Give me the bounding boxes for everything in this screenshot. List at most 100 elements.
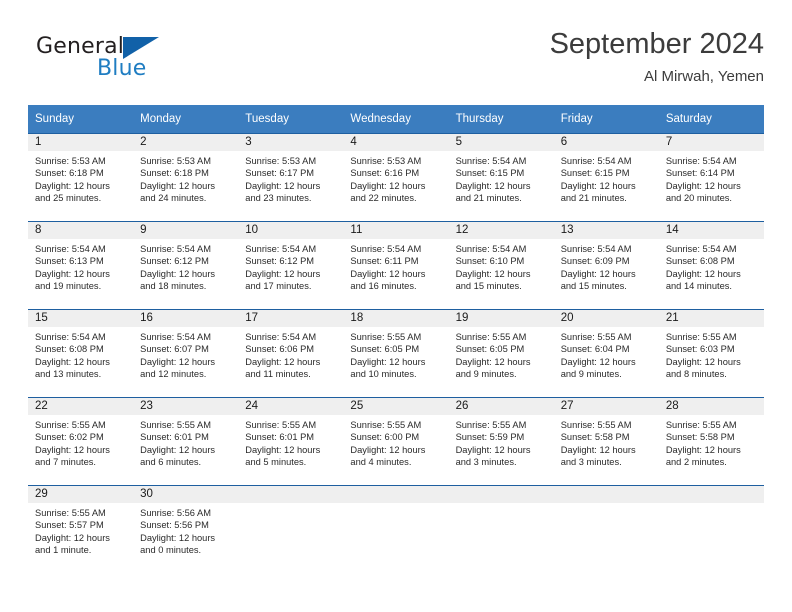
calendar-cell-day-9[interactable]: 9 Sunrise: 5:54 AM Sunset: 6:12 PM Daylight…: [133, 221, 239, 309]
calendar-cell-day-27[interactable]: 27 Sunrise: 5:55 AM Sunset: 5:58 PM Dayligh…: [553, 397, 659, 485]
sunrise-text: Sunrise: 5:54 AM: [560, 156, 632, 166]
calendar-cell-day-25[interactable]: 25 Sunrise: 5:55 AM Sunset: 6:00 PM Dayligh…: [343, 397, 449, 485]
calendar-cell-day-10[interactable]: 10 Sunrise: 5:54 AM Sunset: 6:12 PM Dayligh…: [238, 221, 344, 309]
daylight-text: Daylight: 12 hours and 9 minutes.: [560, 356, 636, 380]
calendar-cell-day-19[interactable]: 19 Sunrise: 5:55 AM Sunset: 6:05 PM Dayligh…: [448, 309, 554, 397]
day-number: 17: [238, 310, 344, 327]
calendar-cell-day-26[interactable]: 26 Sunrise: 5:55 AM Sunset: 5:59 PM Dayligh…: [448, 397, 554, 485]
calendar-cell-day-21[interactable]: 21 Sunrise: 5:55 AM Sunset: 6:03 PM Dayligh…: [658, 309, 764, 397]
day-details: Sunrise: 5:54 AM Sunset: 6:10 PM Daylight:…: [449, 239, 554, 293]
day-number: 7: [658, 134, 764, 151]
general-blue-logo[interactable]: General Blue: [36, 34, 236, 90]
sunrise-text: Sunrise: 5:54 AM: [455, 156, 527, 166]
calendar-cell-day-4[interactable]: 4 Sunrise: 5:53 AM Sunset: 6:16 PM Daylight…: [343, 133, 449, 221]
sunset-text: Sunset: 6:03 PM: [665, 344, 735, 355]
sunrise-text: Sunrise: 5:54 AM: [560, 244, 632, 254]
calendar-cell-empty: [553, 485, 659, 573]
day-cell[interactable]: 19 Sunrise: 5:55 AM Sunset: 6:05 PM Dayligh…: [448, 309, 554, 397]
day-cell[interactable]: 27 Sunrise: 5:55 AM Sunset: 5:58 PM Dayligh…: [553, 397, 659, 485]
day-cell[interactable]: 24 Sunrise: 5:55 AM Sunset: 6:01 PM Dayligh…: [238, 397, 344, 485]
day-details: Sunrise: 5:54 AM Sunset: 6:06 PM Daylight:…: [238, 327, 343, 381]
day-cell[interactable]: 5 Sunrise: 5:54 AM Sunset: 6:15 PM Daylight…: [448, 133, 554, 221]
calendar-cell-day-1[interactable]: 1 Sunrise: 5:53 AM Sunset: 6:18 PM Daylight…: [28, 133, 134, 221]
sunset-text: Sunset: 5:58 PM: [665, 432, 735, 443]
sunset-text: Sunset: 6:17 PM: [245, 168, 315, 179]
calendar-cell-day-20[interactable]: 20 Sunrise: 5:55 AM Sunset: 6:04 PM Dayligh…: [553, 309, 659, 397]
calendar-cell-day-29[interactable]: 29 Sunrise: 5:55 AM Sunset: 5:57 PM Dayligh…: [28, 485, 134, 573]
day-cell[interactable]: 6 Sunrise: 5:54 AM Sunset: 6:15 PM Daylight…: [553, 133, 659, 221]
calendar-cell-day-8[interactable]: 8 Sunrise: 5:54 AM Sunset: 6:13 PM Daylight…: [28, 221, 134, 309]
day-cell[interactable]: 1 Sunrise: 5:53 AM Sunset: 6:18 PM Daylight…: [28, 133, 134, 221]
day-cell[interactable]: 14 Sunrise: 5:54 AM Sunset: 6:08 PM Dayligh…: [658, 221, 764, 309]
calendar-cell-day-23[interactable]: 23 Sunrise: 5:55 AM Sunset: 6:01 PM Dayligh…: [133, 397, 239, 485]
day-cell[interactable]: 2 Sunrise: 5:53 AM Sunset: 6:18 PM Daylight…: [133, 133, 239, 221]
calendar-cell-day-14[interactable]: 14 Sunrise: 5:54 AM Sunset: 6:08 PM Dayligh…: [658, 221, 764, 309]
sunrise-text: Sunrise: 5:55 AM: [35, 508, 106, 518]
sunset-text: Sunset: 6:02 PM: [35, 432, 104, 443]
sunrise-text: Sunrise: 5:53 AM: [140, 156, 211, 166]
day-cell[interactable]: 23 Sunrise: 5:55 AM Sunset: 6:01 PM Dayligh…: [133, 397, 239, 485]
day-cell[interactable]: 29 Sunrise: 5:55 AM Sunset: 5:57 PM Dayligh…: [28, 485, 134, 573]
day-cell[interactable]: 8 Sunrise: 5:54 AM Sunset: 6:13 PM Daylight…: [28, 221, 134, 309]
day-cell[interactable]: 11 Sunrise: 5:54 AM Sunset: 6:11 PM Dayligh…: [343, 221, 449, 309]
day-number: 1: [28, 134, 134, 151]
day-cell[interactable]: 15 Sunrise: 5:54 AM Sunset: 6:08 PM Dayligh…: [28, 309, 134, 397]
day-number: 10: [238, 222, 344, 239]
day-details: Sunrise: 5:54 AM Sunset: 6:15 PM Daylight:…: [449, 151, 554, 205]
calendar-cell-day-17[interactable]: 17 Sunrise: 5:54 AM Sunset: 6:06 PM Dayligh…: [238, 309, 344, 397]
day-cell[interactable]: 20 Sunrise: 5:55 AM Sunset: 6:04 PM Dayligh…: [553, 309, 659, 397]
day-details: Sunrise: 5:53 AM Sunset: 6:16 PM Daylight:…: [343, 151, 448, 205]
day-cell[interactable]: 7 Sunrise: 5:54 AM Sunset: 6:14 PM Daylight…: [658, 133, 764, 221]
calendar-cell-day-28[interactable]: 28 Sunrise: 5:55 AM Sunset: 5:58 PM Dayligh…: [658, 397, 764, 485]
day-cell[interactable]: 30 Sunrise: 5:56 AM Sunset: 5:56 PM Dayligh…: [133, 485, 239, 573]
sunrise-text: Sunrise: 5:55 AM: [350, 420, 422, 430]
day-number: 9: [133, 222, 239, 239]
day-details: Sunrise: 5:55 AM Sunset: 5:59 PM Daylight:…: [449, 415, 554, 469]
day-cell[interactable]: 28 Sunrise: 5:55 AM Sunset: 5:58 PM Dayligh…: [658, 397, 764, 485]
day-cell[interactable]: 17 Sunrise: 5:54 AM Sunset: 6:06 PM Dayligh…: [238, 309, 344, 397]
day-cell[interactable]: 21 Sunrise: 5:55 AM Sunset: 6:03 PM Dayligh…: [658, 309, 764, 397]
calendar-cell-day-22[interactable]: 22 Sunrise: 5:55 AM Sunset: 6:02 PM Dayligh…: [28, 397, 134, 485]
day-cell[interactable]: 3 Sunrise: 5:53 AM Sunset: 6:17 PM Daylight…: [238, 133, 344, 221]
day-number: 19: [448, 310, 554, 327]
daylight-text: Daylight: 12 hours and 9 minutes.: [455, 356, 531, 380]
sunrise-text: Sunrise: 5:54 AM: [35, 244, 106, 254]
day-cell[interactable]: 10 Sunrise: 5:54 AM Sunset: 6:12 PM Dayligh…: [238, 221, 344, 309]
day-cell[interactable]: 25 Sunrise: 5:55 AM Sunset: 6:00 PM Dayligh…: [343, 397, 449, 485]
sunrise-text: Sunrise: 5:55 AM: [665, 332, 737, 342]
calendar-cell-day-30[interactable]: 30 Sunrise: 5:56 AM Sunset: 5:56 PM Dayligh…: [133, 485, 239, 573]
daylight-text: Daylight: 12 hours and 18 minutes.: [140, 268, 216, 292]
day-details: Sunrise: 5:54 AM Sunset: 6:12 PM Daylight:…: [133, 239, 238, 293]
calendar-cell-day-13[interactable]: 13 Sunrise: 5:54 AM Sunset: 6:09 PM Dayligh…: [553, 221, 659, 309]
calendar-cell-day-7[interactable]: 7 Sunrise: 5:54 AM Sunset: 6:14 PM Daylight…: [658, 133, 764, 221]
day-cell[interactable]: 18 Sunrise: 5:55 AM Sunset: 6:05 PM Dayligh…: [343, 309, 449, 397]
daylight-text: Daylight: 12 hours and 1 minute.: [35, 532, 110, 556]
sunset-text: Sunset: 6:18 PM: [140, 168, 209, 179]
day-cell[interactable]: 26 Sunrise: 5:55 AM Sunset: 5:59 PM Dayligh…: [448, 397, 554, 485]
day-cell[interactable]: 16 Sunrise: 5:54 AM Sunset: 6:07 PM Dayligh…: [133, 309, 239, 397]
calendar-week-row: 22 Sunrise: 5:55 AM Sunset: 6:02 PM Dayligh…: [28, 397, 764, 485]
daylight-text: Daylight: 12 hours and 20 minutes.: [665, 180, 741, 204]
daylight-text: Daylight: 12 hours and 4 minutes.: [350, 444, 426, 468]
calendar-cell-day-2[interactable]: 2 Sunrise: 5:53 AM Sunset: 6:18 PM Daylight…: [133, 133, 239, 221]
calendar-cell-day-15[interactable]: 15 Sunrise: 5:54 AM Sunset: 6:08 PM Dayligh…: [28, 309, 134, 397]
day-cell[interactable]: 9 Sunrise: 5:54 AM Sunset: 6:12 PM Daylight…: [133, 221, 239, 309]
calendar-cell-day-6[interactable]: 6 Sunrise: 5:54 AM Sunset: 6:15 PM Daylight…: [553, 133, 659, 221]
day-number: 20: [553, 310, 659, 327]
calendar-cell-day-3[interactable]: 3 Sunrise: 5:53 AM Sunset: 6:17 PM Daylight…: [238, 133, 344, 221]
calendar-cell-empty: [658, 485, 764, 573]
calendar-cell-day-5[interactable]: 5 Sunrise: 5:54 AM Sunset: 6:15 PM Daylight…: [448, 133, 554, 221]
day-cell[interactable]: 22 Sunrise: 5:55 AM Sunset: 6:02 PM Dayligh…: [28, 397, 134, 485]
sunset-text: Sunset: 6:05 PM: [455, 344, 525, 355]
calendar-cell-day-12[interactable]: 12 Sunrise: 5:54 AM Sunset: 6:10 PM Dayligh…: [448, 221, 554, 309]
calendar-cell-day-11[interactable]: 11 Sunrise: 5:54 AM Sunset: 6:11 PM Dayligh…: [343, 221, 449, 309]
calendar-cell-day-18[interactable]: 18 Sunrise: 5:55 AM Sunset: 6:05 PM Dayligh…: [343, 309, 449, 397]
calendar-body: 1 Sunrise: 5:53 AM Sunset: 6:18 PM Daylight…: [28, 133, 764, 573]
calendar-cell-day-16[interactable]: 16 Sunrise: 5:54 AM Sunset: 6:07 PM Dayligh…: [133, 309, 239, 397]
calendar-cell-day-24[interactable]: 24 Sunrise: 5:55 AM Sunset: 6:01 PM Dayligh…: [238, 397, 344, 485]
day-cell[interactable]: 12 Sunrise: 5:54 AM Sunset: 6:10 PM Dayligh…: [448, 221, 554, 309]
day-cell[interactable]: 13 Sunrise: 5:54 AM Sunset: 6:09 PM Dayligh…: [553, 221, 659, 309]
day-cell[interactable]: 4 Sunrise: 5:53 AM Sunset: 6:16 PM Daylight…: [343, 133, 449, 221]
calendar-cell-empty: [238, 485, 344, 573]
day-details: Sunrise: 5:55 AM Sunset: 6:05 PM Daylight:…: [449, 327, 554, 381]
